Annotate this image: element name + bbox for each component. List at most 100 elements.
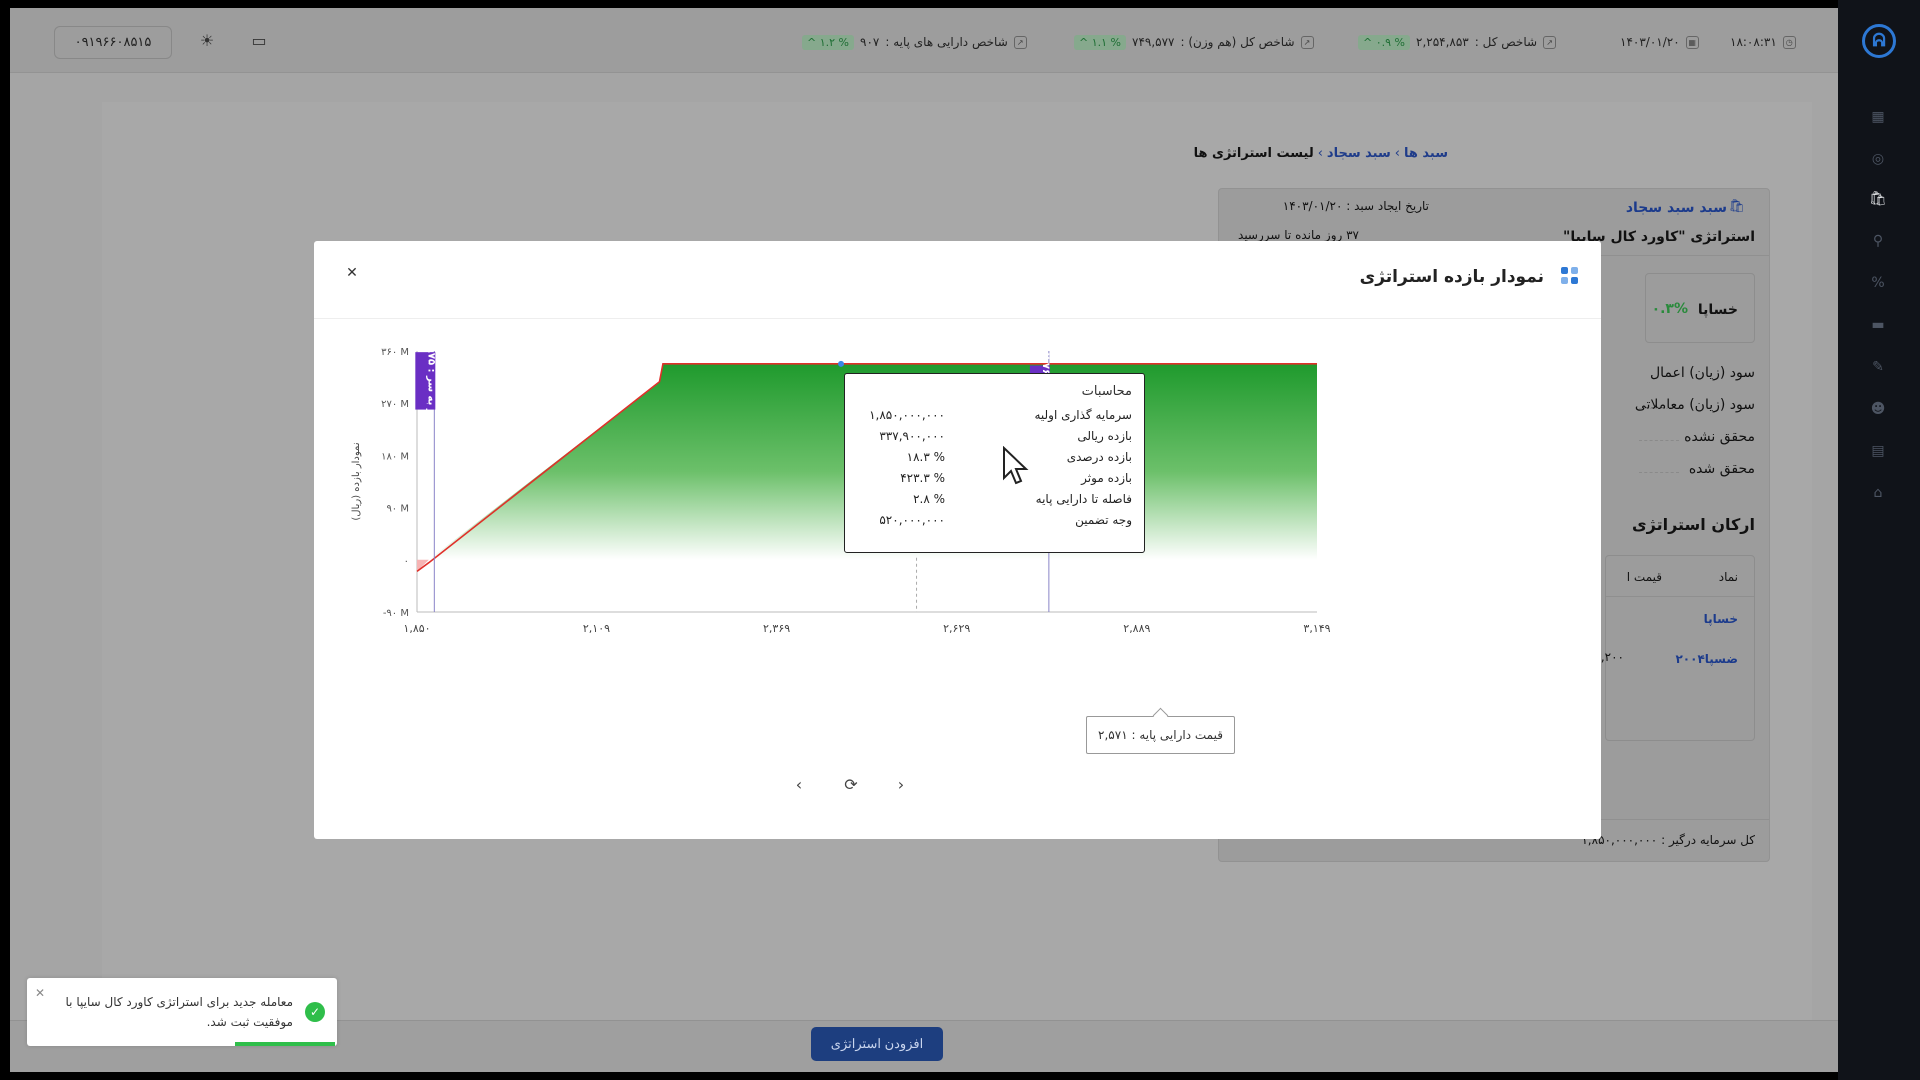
x-tick-label: ۲,۱۰۹ [583,622,610,635]
tooltip-row-value: ۵۲۰,۰۰۰,۰۰۰ [879,513,945,527]
calculation-tooltip: محاسبات سرمایه گذاری اولیه ۱,۸۵۰,۰۰۰,۰۰۰ ب… [844,373,1145,553]
clock-icon: ◷ [1782,35,1796,49]
top-bar: ۰۹۱۹۶۶۰۸۵۱۵ ☀ ▭ ◷ ۱۸:۰۸:۳۱ ▦ ۱۴۰۳/۰۱/۲۰ … [10,8,1838,73]
base-asset-index-change: % ۱.۲ ^ [802,34,854,50]
tooltip-row: سرمایه گذاری اولیه ۱,۸۵۰,۰۰۰,۰۰۰ [857,405,1132,426]
users-icon[interactable]: ☻ [1869,400,1887,418]
toast-message: معامله جدید برای استراتژی کاورد کال سایپ… [65,995,293,1029]
total-index-value: ۲,۲۵۴,۸۵۳ [1416,35,1469,49]
breadcrumb-current: لیست استراتژی ها [1193,146,1314,161]
tooltip-row-value: ۱۸.۳ % [906,450,945,464]
basket-name[interactable]: سبد سبد سجاد [1626,200,1727,216]
success-check-icon: ✓ [305,1002,325,1022]
tooltip-row-value: ۴۲۳.۳ % [900,471,945,485]
total-index-ticker[interactable]: ↗ شاخص کل : ۲,۲۵۴,۸۵۳ % ۰.۹ ^ [1358,32,1557,52]
book-icon[interactable]: ▤ [1869,442,1887,460]
row-symbol-2[interactable]: ضسپا۲۰۰۴ [1675,652,1738,666]
y-axis-title: نمودار بازده (ریال) [351,442,362,520]
symbol-name: خساپا [1697,302,1738,318]
date-display: ▦ ۱۴۰۳/۰۱/۲۰ [1620,32,1699,52]
marker-label: سر به سر : ۱,۸۷۵ [425,337,436,425]
y-tick-label: ۲۷۰ M [381,399,409,410]
chart-icon: ↗ [1543,35,1557,49]
bank-icon[interactable]: ⌂ [1869,484,1887,502]
row-symbol-1[interactable]: خساپا [1704,612,1738,626]
tooltip-row: وجه تضمین ۵۲۰,۰۰۰,۰۰۰ [857,510,1132,531]
chart-next-button[interactable]: › [888,772,914,798]
y-tick-label: ۱۸۰ M [381,451,409,462]
user-phone-button[interactable]: ۰۹۱۹۶۶۰۸۵۱۵ [54,26,172,59]
basket-nav-icon[interactable]: 🛍 [1869,190,1887,208]
tooltip-row-label: فاصله تا دارایی پایه [1035,492,1132,506]
chart-grid-icon [1561,267,1579,285]
tooltip-row-value: ۲.۸ % [913,492,945,506]
components-table: نماد قیمت ا خساپا ضسپا۲۰۰۴ ۲,۲۰۰ [1594,555,1755,741]
base-asset-price-label: قیمت دارایی پایه : ۲,۵۷۱ [1086,716,1235,754]
tooltip-title: محاسبات [1081,384,1132,399]
chat-icon[interactable]: ▭ [250,32,268,50]
equal-weight-index-ticker[interactable]: ↗ شاخص کل (هم وزن) : ۷۴۹,۵۷۷ % ۱.۱ ^ [1074,32,1314,52]
breadcrumb-baskets[interactable]: سبد ها [1404,146,1448,161]
tooltip-row-label: وجه تضمین [1075,513,1132,527]
modal-header: نمودار بازده استراتژی ✕ [314,241,1601,319]
edit-icon[interactable]: ✎ [1869,358,1887,376]
y-tick-label: -۹۰ M [383,608,409,619]
wallet-icon[interactable]: ▬ [1869,316,1887,334]
pnl-trading-label: سود (زیان) معاملاتی [1634,397,1755,413]
tooltip-row: بازده ریالی ۳۳۷,۹۰۰,۰۰۰ [857,426,1132,447]
toast-close-icon[interactable]: ✕ [35,986,45,1000]
pnl-exercise-label: سود (زیان) اعمال [1650,365,1755,381]
toast-progress-bar [235,1042,335,1046]
mouse-cursor-icon [1003,446,1029,485]
target-icon[interactable]: ◎ [1869,150,1887,168]
app-logo-icon[interactable]: ᕱ [1862,24,1896,58]
tooltip-row: بازده درصدی ۱۸.۳ % [857,447,1132,468]
total-index-label: شاخص کل : [1474,35,1538,49]
percent-icon[interactable]: % [1869,274,1887,292]
chart-icon: ↗ [1300,35,1314,49]
basket-created-date: تاریخ ایجاد سبد : ۱۴۰۳/۰۱/۲۰ [1282,199,1429,213]
chart-prev-button[interactable]: ‹ [786,772,812,798]
equal-weight-index-label: شاخص کل (هم وزن) : [1180,35,1295,49]
tooltip-row-value: ۳۳۷,۹۰۰,۰۰۰ [879,429,945,443]
realized-label: محقق شده [1688,461,1755,477]
chart-icon: ↗ [1013,35,1027,49]
x-tick-label: ۲,۳۶۹ [763,622,790,635]
breadcrumb: سبد ها›سبد سجاد›لیست استراتژی ها [1193,146,1448,161]
col-symbol-header: نماد [1718,570,1738,584]
modal-close-button[interactable]: ✕ [340,261,364,285]
base-asset-index-ticker[interactable]: ↗ شاخص دارایی های پایه : ۹۰۷ % ۱.۲ ^ [802,32,1027,52]
breadcrumb-basket[interactable]: سبد سجاد [1327,146,1391,161]
total-investment: کل سرمایه درگیر : ۱,۸۵۰,۰۰۰,۰۰۰ [1581,833,1755,847]
theme-sun-icon[interactable]: ☀ [198,32,216,50]
basket-icon: 🛍 [1728,199,1745,214]
chart-refresh-button[interactable]: ⟳ [838,772,864,798]
col-price-header: قیمت ا [1626,570,1662,584]
x-tick-label: ۲,۸۸۹ [1123,622,1150,635]
x-tick-label: ۱,۸۵۰ [403,622,430,635]
date-text: ۱۴۰۳/۰۱/۲۰ [1620,35,1680,49]
tooltip-row: بازده موثر ۴۲۳.۳ % [857,468,1132,489]
symbol-box[interactable]: خساپا ۰.۳% [1645,273,1755,343]
tooltip-row: فاصله تا دارایی پایه ۲.۸ % [857,489,1132,510]
components-title: ارکان استراتژی [1631,515,1755,534]
y-tick-label: ۳۶۰ M [381,347,409,358]
clock-time: ۱۸:۰۸:۳۱ [1730,35,1777,49]
unrealized-label: محقق نشده [1684,429,1755,445]
dashboard-icon[interactable]: ▦ [1869,108,1887,126]
link-icon[interactable]: ⚲ [1869,232,1887,250]
days-remaining: ۳۷ روز مانده تا سررسید [1238,228,1359,242]
tooltip-row-label: بازده ریالی [1077,429,1132,443]
right-sidebar: ᕱ ▦ ◎ 🛍 ⚲ % ▬ ✎ ☻ ▤ ⌂ [1838,0,1920,1080]
success-toast: ✓ معامله جدید برای استراتژی کاورد کال سا… [27,978,337,1046]
strategy-chart-modal: نمودار بازده استراتژی ✕ -۹۰ M ۰ ۹۰ M ۱۸۰ M ۲… [314,241,1601,839]
x-tick-label: ۲,۶۲۹ [943,622,970,635]
add-strategy-button[interactable]: افزودن استراتژی [811,1027,943,1061]
symbol-change: ۰.۳% [1651,301,1688,317]
equal-weight-index-change: % ۱.۱ ^ [1074,34,1126,50]
y-tick-label: ۰ [404,556,409,567]
x-tick-label: ۳,۱۴۹ [1303,622,1330,635]
equal-weight-index-value: ۷۴۹,۵۷۷ [1132,35,1175,49]
y-tick-label: ۹۰ M [386,504,409,515]
modal-title: نمودار بازده استراتژی [1359,267,1544,287]
